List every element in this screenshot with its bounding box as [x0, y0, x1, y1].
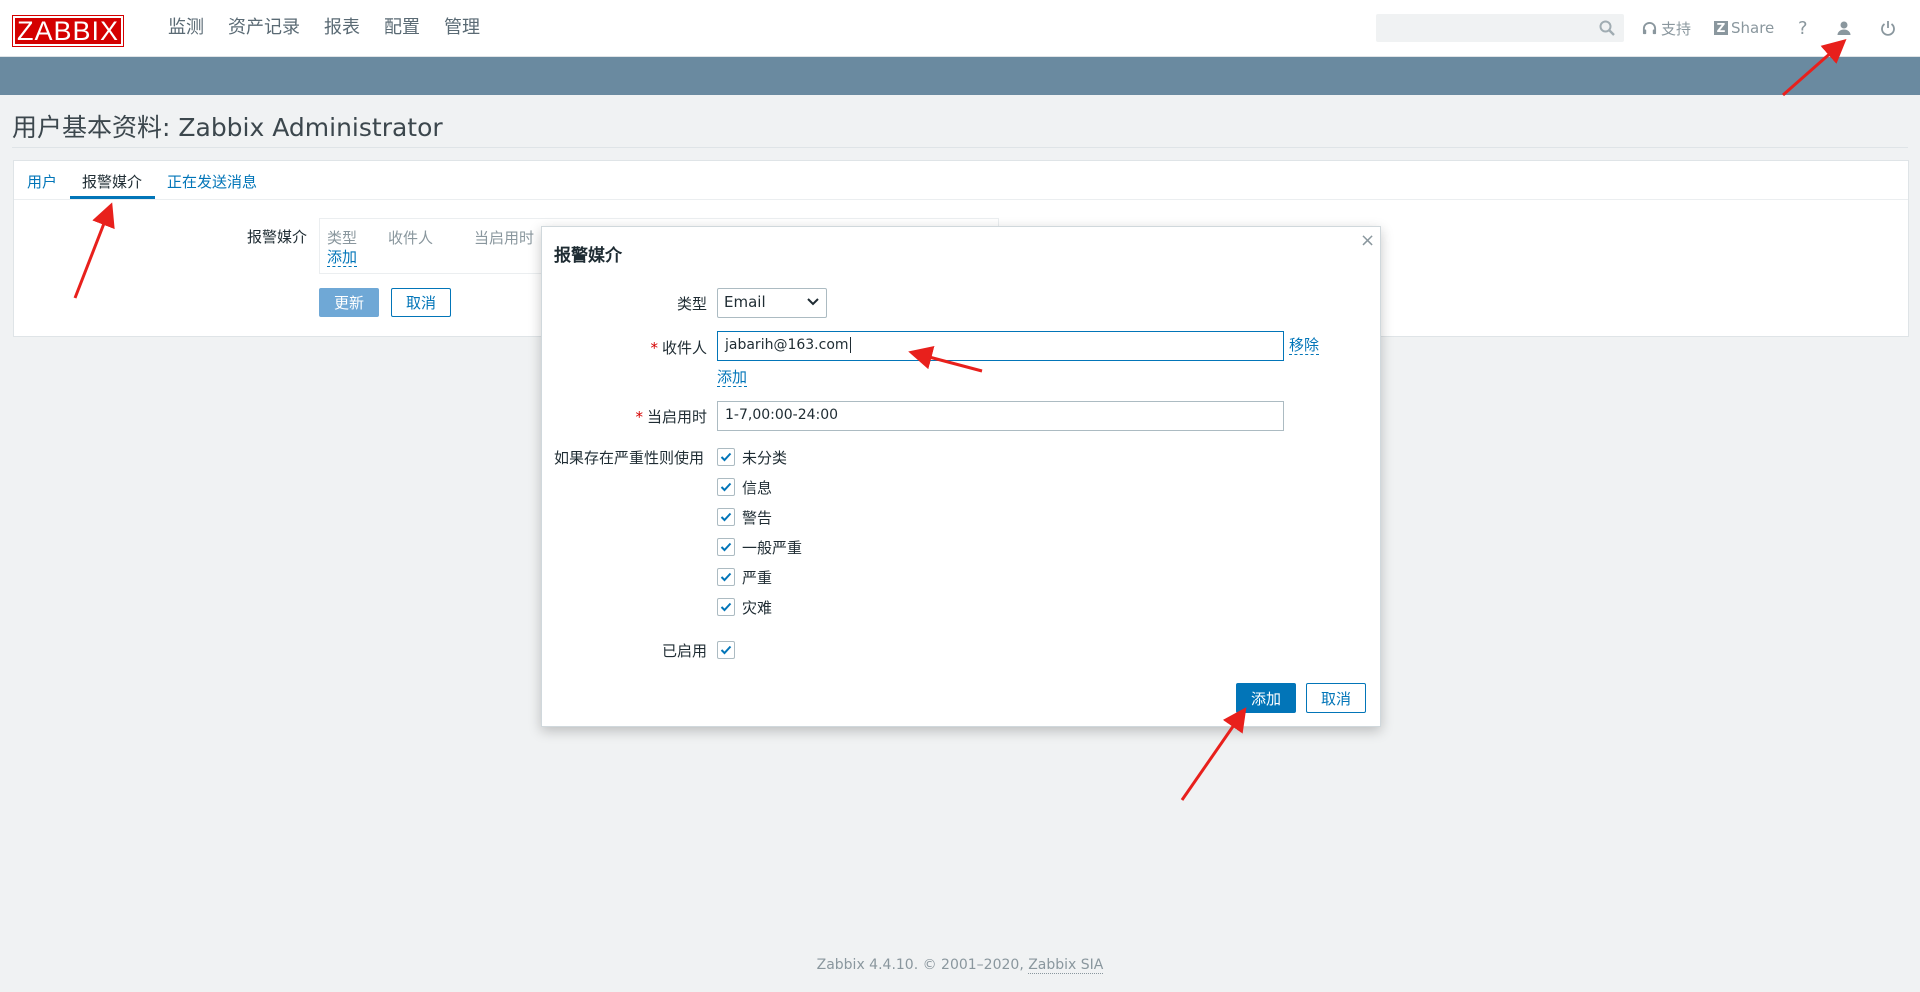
- severity-warning-row[interactable]: 警告: [717, 507, 772, 527]
- search-icon[interactable]: [1598, 19, 1616, 37]
- chevron-down-icon: [807, 298, 819, 306]
- tab-bar: 用户 报警媒介 正在发送消息: [14, 161, 1908, 200]
- type-select-value: Email: [724, 293, 766, 311]
- dialog-add-button[interactable]: 添加: [1236, 683, 1296, 713]
- type-select[interactable]: Email: [717, 288, 827, 318]
- dialog-cancel-button[interactable]: 取消: [1306, 683, 1366, 713]
- menu-item-configuration[interactable]: 配置: [372, 0, 432, 56]
- menu-item-monitoring[interactable]: 监测: [156, 0, 216, 56]
- enabled-label: 已启用: [661, 642, 707, 660]
- share-link[interactable]: Z Share: [1714, 0, 1774, 56]
- tab-media[interactable]: 报警媒介: [82, 171, 142, 192]
- when-active-label-text: 当启用时: [646, 408, 707, 426]
- recipient-label: * 收件人: [650, 337, 707, 358]
- severity-average-checkbox[interactable]: [717, 538, 735, 556]
- severity-not-classified-checkbox[interactable]: [717, 448, 735, 466]
- severity-not-classified-row[interactable]: 未分类: [717, 447, 787, 467]
- footer-link[interactable]: Zabbix SIA: [1028, 957, 1104, 974]
- media-dialog: 报警媒介 × 类型 Email * 收件人 jabarih@163.com 移除 …: [541, 226, 1381, 727]
- profile-cancel-button[interactable]: 取消: [391, 288, 451, 317]
- help-icon: ?: [1798, 17, 1808, 39]
- tab-messaging[interactable]: 正在发送消息: [167, 171, 257, 192]
- checkmark-icon: [720, 452, 732, 462]
- checkmark-icon: [720, 512, 732, 522]
- severity-disaster-row[interactable]: 灾难: [717, 597, 772, 617]
- severity-warning-checkbox[interactable]: [717, 508, 735, 526]
- severity-high-row[interactable]: 严重: [717, 567, 772, 587]
- required-marker: *: [635, 408, 643, 426]
- text-cursor: [849, 337, 851, 353]
- required-marker: *: [650, 339, 658, 357]
- severity-information-checkbox[interactable]: [717, 478, 735, 496]
- severity-disaster-checkbox[interactable]: [717, 598, 735, 616]
- title-divider: [12, 147, 1908, 148]
- close-icon[interactable]: ×: [1360, 230, 1375, 251]
- user-profile-button[interactable]: [1836, 0, 1852, 56]
- menu-item-inventory[interactable]: 资产记录: [216, 0, 312, 56]
- media-add-link[interactable]: 添加: [327, 249, 358, 267]
- support-label: 支持: [1661, 19, 1692, 38]
- user-icon: [1837, 21, 1851, 35]
- when-active-input[interactable]: 1-7,00:00-24:00: [717, 401, 1284, 431]
- main-menu: 监测 资产记录 报表 配置 管理: [156, 0, 492, 56]
- severity-average-row[interactable]: 一般严重: [717, 537, 802, 557]
- severity-not-classified-label: 未分类: [742, 448, 788, 467]
- severity-disaster-label: 灾难: [742, 598, 773, 617]
- search-input[interactable]: [1376, 14, 1624, 42]
- media-field-label: 报警媒介: [247, 228, 308, 246]
- checkmark-icon: [720, 645, 732, 655]
- recipient-input-value: jabarih@163.com: [725, 337, 849, 353]
- recipient-label-text: 收件人: [661, 339, 707, 357]
- power-icon: [1881, 21, 1895, 36]
- active-tab-indicator: [70, 196, 155, 199]
- zabbix-logo[interactable]: ZABBIX: [12, 15, 125, 47]
- when-active-input-value: 1-7,00:00-24:00: [725, 407, 839, 423]
- checkmark-icon: [720, 572, 732, 582]
- footer: Zabbix 4.4.10. © 2001–2020, Zabbix SIA: [0, 957, 1920, 974]
- checkmark-icon: [720, 542, 732, 552]
- support-link[interactable]: 支持: [1642, 0, 1691, 56]
- share-z-icon: Z: [1714, 21, 1728, 35]
- tab-user[interactable]: 用户: [27, 171, 57, 192]
- severity-high-label: 严重: [742, 568, 773, 587]
- media-column-type: 类型: [327, 229, 358, 247]
- sign-out-button[interactable]: [1880, 0, 1896, 56]
- checkmark-icon: [720, 482, 732, 492]
- severity-information-label: 信息: [742, 478, 773, 497]
- menu-item-reports[interactable]: 报表: [312, 0, 372, 56]
- recipient-input[interactable]: jabarih@163.com: [717, 331, 1284, 361]
- enabled-checkbox[interactable]: [717, 641, 735, 659]
- severity-label: 如果存在严重性则使用: [554, 449, 705, 467]
- headset-icon: [1642, 21, 1657, 34]
- footer-text: Zabbix 4.4.10. © 2001–2020,: [816, 957, 1029, 973]
- severity-warning-label: 警告: [742, 508, 773, 527]
- media-column-recipient: 收件人: [388, 229, 434, 247]
- dialog-title: 报警媒介: [554, 246, 622, 266]
- remove-recipient-link[interactable]: 移除: [1289, 336, 1320, 355]
- update-button[interactable]: 更新: [319, 288, 379, 317]
- type-label: 类型: [676, 295, 707, 313]
- add-recipient-link[interactable]: 添加: [717, 368, 748, 387]
- media-column-when-active: 当启用时: [474, 229, 535, 247]
- severity-high-checkbox[interactable]: [717, 568, 735, 586]
- checkmark-icon: [720, 602, 732, 612]
- sub-navigation-bar: [0, 57, 1920, 95]
- page-title: 用户基本资料: Zabbix Administrator: [12, 113, 443, 142]
- share-label: Share: [1731, 19, 1775, 37]
- severity-information-row[interactable]: 信息: [717, 477, 772, 497]
- menu-item-administration[interactable]: 管理: [432, 0, 492, 56]
- enabled-row[interactable]: [717, 640, 742, 660]
- when-active-label: * 当启用时: [635, 406, 707, 427]
- top-navigation-bar: ZABBIX 监测 资产记录 报表 配置 管理 支持 Z Share ?: [0, 0, 1920, 57]
- help-button[interactable]: ?: [1798, 0, 1808, 56]
- severity-average-label: 一般严重: [742, 538, 803, 557]
